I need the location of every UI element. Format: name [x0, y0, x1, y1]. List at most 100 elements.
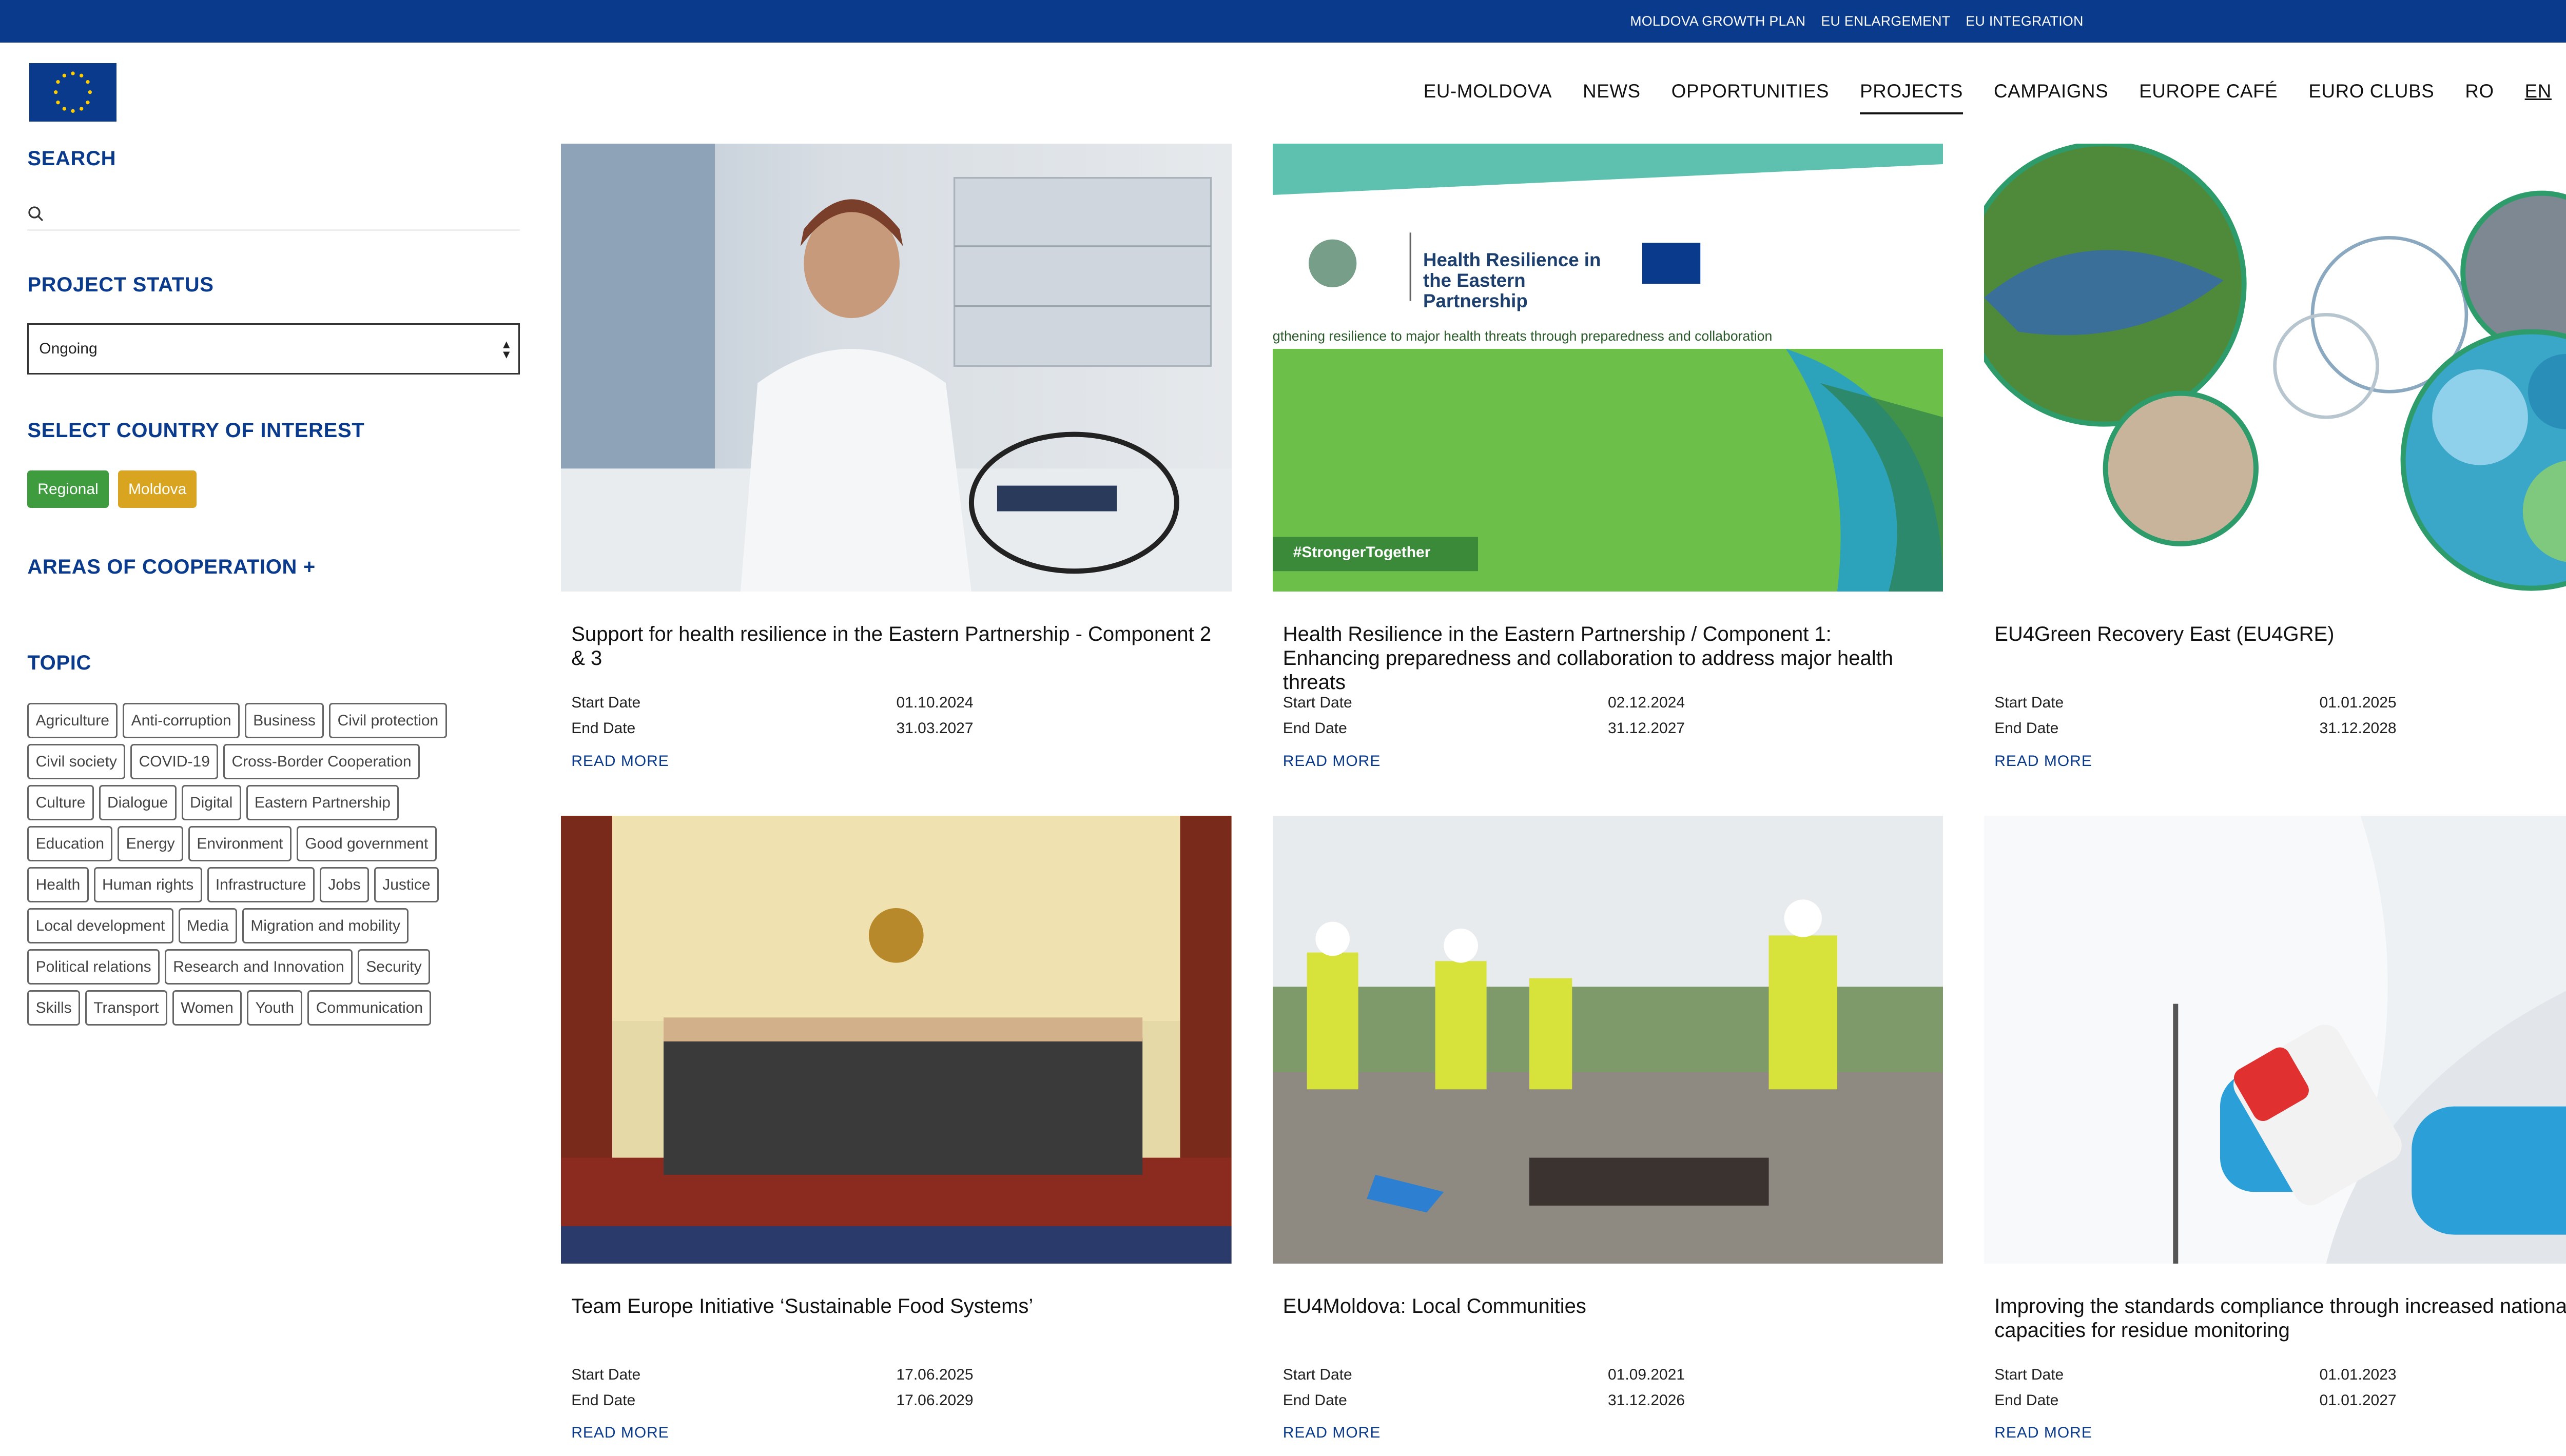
project-image-banner[interactable]: Health Resilience in the Eastern Partner…	[1272, 143, 1943, 592]
topic-tag[interactable]: Cross-Border Cooperation	[223, 743, 420, 780]
project-card: Improving the standards compliance throu…	[1984, 815, 2566, 1441]
topic-tag[interactable]: Media	[178, 908, 237, 944]
project-image-residue-lab[interactable]	[1984, 815, 2566, 1264]
topic-tag[interactable]: Anti-corruption	[123, 702, 240, 739]
read-more-link[interactable]: READ MORE	[1283, 753, 1381, 770]
end-date-value: 31.03.2027	[896, 720, 974, 737]
select-arrows-icon: ▴ ▾	[503, 336, 510, 362]
topic-tag[interactable]: Justice	[374, 867, 439, 903]
topic-tag[interactable]: Civil protection	[329, 702, 447, 739]
project-image-construction[interactable]	[1272, 815, 1943, 1264]
project-card: Support for health resilience in the Eas…	[561, 143, 1232, 770]
lang-ro[interactable]: RO	[2465, 81, 2494, 107]
start-date-value: 01.09.2021	[1608, 1366, 1685, 1384]
project-title[interactable]: Health Resilience in the Eastern Partner…	[1283, 622, 1933, 694]
topic-tag[interactable]: Digital	[181, 784, 241, 821]
project-image-lab[interactable]	[561, 143, 1232, 592]
topic-tag[interactable]: Dialogue	[99, 784, 177, 821]
read-more-link[interactable]: READ MORE	[1994, 753, 2092, 770]
project-title[interactable]: Support for health resilience in the Eas…	[571, 622, 1221, 670]
lab-photo-illustration	[561, 143, 1232, 592]
start-date-label: Start Date	[1282, 694, 1352, 712]
project-image-collage[interactable]	[1984, 143, 2566, 592]
end-date-label: End Date	[1282, 1392, 1347, 1409]
search-field[interactable]	[27, 198, 520, 231]
top-link-integration[interactable]: EU INTEGRATION	[1966, 13, 2083, 29]
read-more-link[interactable]: READ MORE	[571, 753, 669, 770]
start-date-value: 01.01.2025	[2319, 694, 2397, 712]
topic-tag[interactable]: Local development	[27, 908, 173, 944]
country-regional-button[interactable]: Regional	[27, 470, 109, 508]
tag-row: Health Human rights Infrastructure Jobs …	[27, 867, 523, 903]
start-date-value: 17.06.2025	[896, 1366, 974, 1384]
topic-tag[interactable]: Civil society	[27, 743, 126, 780]
project-title[interactable]: Team Europe Initiative ‘Sustainable Food…	[571, 1294, 1221, 1319]
nav-euro-clubs[interactable]: EURO CLUBS	[2308, 81, 2434, 107]
end-date-label: End Date	[1994, 720, 2059, 737]
topic-tag[interactable]: Women	[172, 990, 242, 1026]
project-title[interactable]: EU4Green Recovery East (EU4GRE)	[1994, 622, 2566, 646]
top-bar: MOLDOVA GROWTH PLAN EU ENLARGEMENT EU IN…	[0, 0, 2566, 43]
green-recovery-collage	[1984, 143, 2566, 591]
topic-tag[interactable]: Jobs	[319, 867, 369, 903]
start-date-label: Start Date	[1282, 1366, 1352, 1384]
read-more-link[interactable]: READ MORE	[1283, 1424, 1381, 1442]
nav-campaigns[interactable]: CAMPAIGNS	[1994, 81, 2108, 107]
nav-opportunities[interactable]: OPPORTUNITIES	[1671, 81, 1829, 107]
project-image-group-photo[interactable]	[561, 815, 1232, 1264]
project-status-select[interactable]: Ongoing ▴ ▾	[27, 323, 520, 375]
project-status-heading: PROJECT STATUS	[27, 273, 214, 297]
topic-tag[interactable]: Youth	[247, 990, 303, 1026]
country-moldova-button[interactable]: Moldova	[118, 470, 197, 508]
project-title[interactable]: EU4Moldova: Local Communities	[1283, 1294, 1933, 1319]
topic-tag[interactable]: Infrastructure	[207, 867, 315, 903]
topic-tag[interactable]: Communication	[307, 990, 432, 1026]
topic-tag[interactable]: Political relations	[27, 949, 160, 985]
areas-of-cooperation-toggle[interactable]: AREAS OF COOPERATION +	[27, 556, 316, 579]
banner-subtitle: gthening resilience to major health thre…	[1272, 328, 1773, 344]
project-status-value: Ongoing	[39, 340, 98, 357]
lang-en[interactable]: EN	[2525, 81, 2552, 107]
main-nav: EU-MOLDOVA NEWS OPPORTUNITIES PROJECTS C…	[1424, 78, 2566, 113]
topic-tag[interactable]: Transport	[85, 990, 167, 1026]
country-heading: SELECT COUNTRY OF INTEREST	[27, 419, 365, 442]
topic-tag[interactable]: Business	[244, 702, 324, 739]
topic-tag[interactable]: Education	[27, 825, 113, 862]
banner-title: Health Resilience in the Eastern Partner…	[1423, 249, 1601, 311]
topic-tag[interactable]: Eastern Partnership	[246, 784, 399, 821]
topic-tag[interactable]: Security	[357, 949, 430, 985]
read-more-link[interactable]: READ MORE	[571, 1424, 669, 1442]
project-card: Team Europe Initiative ‘Sustainable Food…	[561, 815, 1232, 1441]
topic-tag[interactable]: Skills	[27, 990, 80, 1026]
topic-tag[interactable]: Culture	[27, 784, 94, 821]
nav-news[interactable]: NEWS	[1583, 81, 1641, 107]
eu-stars-icon	[53, 71, 92, 113]
topic-tag[interactable]: Health	[27, 867, 89, 903]
nav-projects[interactable]: PROJECTS	[1860, 81, 1964, 113]
end-date-label: End Date	[571, 1392, 636, 1409]
start-date-label: Start Date	[1994, 694, 2064, 712]
nav-europe-cafe[interactable]: EUROPE CAFÉ	[2139, 81, 2278, 107]
topic-tag[interactable]: Research and Innovation	[164, 949, 353, 985]
end-date-value: 31.12.2026	[1608, 1392, 1685, 1409]
end-date-label: End Date	[571, 720, 636, 737]
search-input[interactable]	[51, 198, 520, 229]
end-date-label: End Date	[1282, 720, 1347, 737]
topic-tag[interactable]: Human rights	[93, 867, 202, 903]
topic-tag[interactable]: Good government	[296, 825, 437, 862]
topic-tag[interactable]: Agriculture	[27, 702, 118, 739]
topic-tag[interactable]: Environment	[188, 825, 291, 862]
nav-eu-moldova[interactable]: EU-MOLDOVA	[1424, 81, 1552, 107]
tag-row: Civil society COVID-19 Cross-Border Coop…	[27, 743, 523, 780]
start-date-label: Start Date	[1994, 1366, 2064, 1384]
topic-tag[interactable]: Energy	[118, 825, 183, 862]
project-title[interactable]: Improving the standards compliance throu…	[1994, 1294, 2566, 1342]
topic-tag[interactable]: COVID-19	[130, 743, 219, 780]
construction-photo-illustration	[1272, 815, 1943, 1264]
read-more-link[interactable]: READ MORE	[1994, 1424, 2092, 1442]
eu-flag-logo[interactable]	[29, 63, 116, 122]
topic-tag[interactable]: Migration and mobility	[242, 908, 409, 944]
top-link-growth-plan[interactable]: MOLDOVA GROWTH PLAN	[1630, 13, 1805, 29]
top-link-enlargement[interactable]: EU ENLARGEMENT	[1821, 13, 1950, 29]
project-card: EU4Moldova: Local Communities Start Date…	[1272, 815, 1943, 1441]
